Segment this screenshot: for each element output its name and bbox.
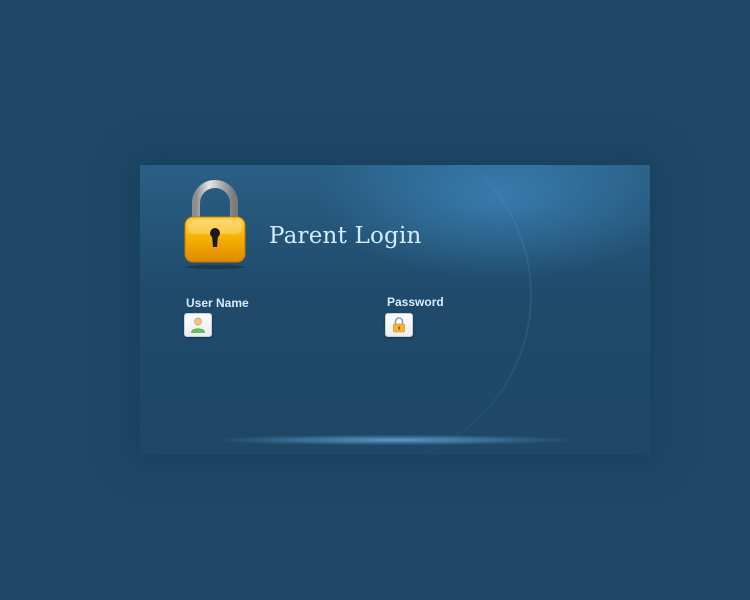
- username-input[interactable]: [214, 313, 372, 335]
- padlock-icon: [393, 317, 405, 333]
- password-label: Password: [387, 295, 444, 309]
- password-input[interactable]: [415, 313, 573, 335]
- username-icon-box: [184, 313, 212, 337]
- lock-icon: [184, 180, 246, 269]
- user-icon: [191, 317, 205, 333]
- panel-glow: [140, 433, 650, 447]
- panel-decoration: [230, 165, 532, 455]
- password-icon-box: [385, 313, 413, 337]
- page: Parent Login User Name Password: [0, 0, 750, 600]
- username-label: User Name: [186, 296, 249, 310]
- login-panel: Parent Login User Name Password: [140, 165, 650, 455]
- page-title: Parent Login: [269, 223, 422, 249]
